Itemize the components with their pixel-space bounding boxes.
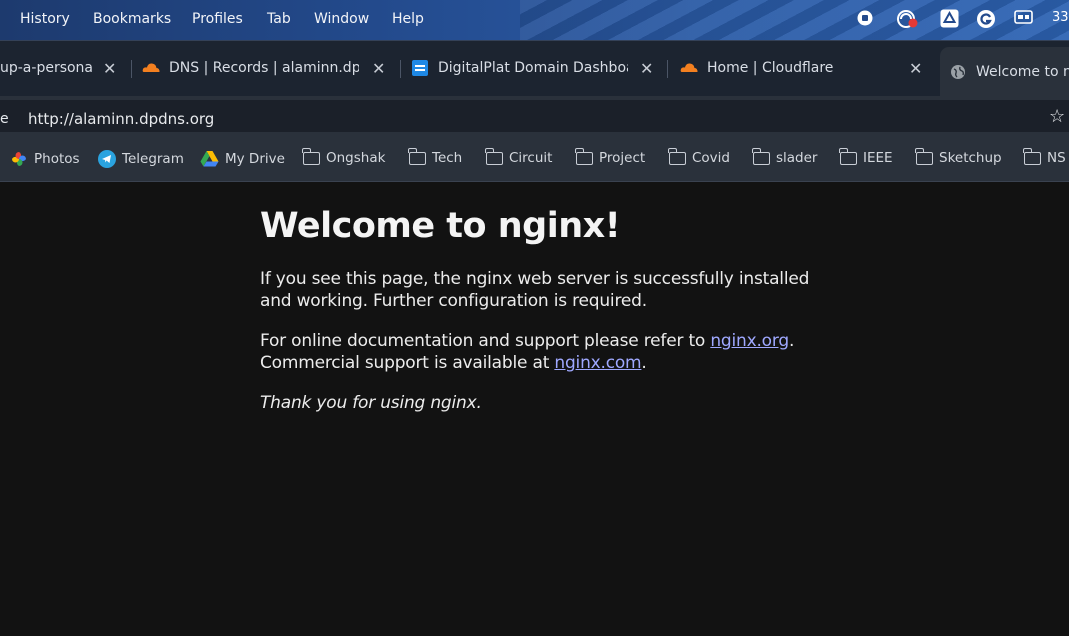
thanks-text: Thank you for using nginx.	[260, 393, 482, 413]
bookmark-label: Covid	[692, 150, 730, 166]
menu-tab[interactable]: Tab	[267, 10, 291, 28]
google-photos-icon	[10, 150, 28, 168]
bookmark-label: NS	[1047, 150, 1066, 166]
folder-icon	[752, 147, 770, 165]
bookmark-label: Ongshak	[326, 150, 386, 166]
tab-title: DNS | Records | alaminn.dpdn	[169, 60, 359, 76]
bookmark-label: Project	[599, 150, 646, 166]
menu-window[interactable]: Window	[314, 10, 369, 28]
folder-icon	[839, 147, 857, 165]
grammarly-icon[interactable]	[976, 9, 996, 29]
menu-history[interactable]: History	[20, 10, 70, 28]
tab-title: up-a-persona	[0, 60, 92, 76]
bookmark-label: slader	[776, 150, 818, 166]
tab-welcome-nginx[interactable]: Welcome to ng	[940, 47, 1069, 97]
bookmark-label: IEEE	[863, 150, 893, 166]
menu-help[interactable]: Help	[392, 10, 424, 28]
tab-digitalplat-dashboard[interactable]: DigitalPlat Domain Dashboard ✕	[412, 51, 657, 85]
bookmark-folder-slader[interactable]: slader	[752, 147, 818, 166]
bookmark-folder-ieee[interactable]: IEEE	[839, 147, 893, 166]
bookmark-label: My Drive	[225, 150, 285, 167]
close-icon[interactable]: ✕	[909, 59, 922, 78]
record-icon[interactable]	[856, 9, 876, 29]
folder-icon	[485, 147, 503, 165]
bookmark-folder-ongshak[interactable]: Ongshak	[302, 147, 386, 166]
digitalplat-icon	[412, 60, 428, 76]
nginx-com-link[interactable]: nginx.com	[554, 353, 641, 373]
drive-icon[interactable]	[940, 9, 960, 29]
close-icon[interactable]: ✕	[103, 59, 116, 78]
bookmark-folder-project[interactable]: Project	[575, 147, 646, 166]
bookmarks-bar: Photos Telegram My Drive Ongshak Tech Ci…	[0, 136, 1069, 182]
browser-tab-strip: up-a-persona ✕ DNS | Records | alaminn.d…	[0, 40, 1069, 97]
commercial-text: Commercial support is available at	[260, 353, 555, 373]
google-drive-icon	[200, 150, 219, 167]
bookmark-my-drive[interactable]: My Drive	[200, 150, 285, 167]
bookmark-label: Circuit	[509, 150, 553, 166]
support-text: For online documentation and support ple…	[260, 331, 711, 351]
tab-home-cloudflare[interactable]: Home | Cloudflare ✕	[680, 51, 930, 85]
cloudflare-icon	[680, 60, 698, 76]
bookmark-folder-ns[interactable]: NS	[1023, 147, 1066, 166]
browser-toolbar: e http://alaminn.dpdns.org	[0, 96, 1069, 136]
tab-separator	[667, 60, 668, 78]
nginx-org-link[interactable]: nginx.org	[710, 331, 789, 351]
close-icon[interactable]: ✕	[640, 59, 653, 78]
site-info-fragment[interactable]: e	[0, 111, 9, 127]
bookmark-folder-covid[interactable]: Covid	[668, 147, 730, 166]
bookmark-folder-tech[interactable]: Tech	[408, 147, 463, 166]
folder-icon	[915, 147, 933, 165]
bookmark-star-icon[interactable]: ☆	[1049, 106, 1065, 127]
telegram-icon	[98, 150, 116, 168]
bookmark-photos[interactable]: Photos	[10, 150, 80, 168]
page-heading: Welcome to nginx!	[260, 206, 621, 246]
url-text[interactable]: http://alaminn.dpdns.org	[28, 110, 214, 128]
bookmark-telegram[interactable]: Telegram	[98, 150, 184, 168]
support-message: For online documentation and support ple…	[260, 330, 840, 374]
tab-separator	[131, 60, 132, 78]
tray-battery-text: 33	[1052, 10, 1069, 25]
bookmark-folder-sketchup[interactable]: Sketchup	[915, 147, 1002, 166]
menu-bookmarks[interactable]: Bookmarks	[93, 10, 171, 28]
bookmark-label: Sketchup	[939, 150, 1002, 166]
bookmark-folder-circuit[interactable]: Circuit	[485, 147, 553, 166]
menu-profiles[interactable]: Profiles	[192, 10, 243, 28]
folder-icon	[575, 147, 593, 165]
vpn-status-icon[interactable]	[896, 9, 918, 29]
folder-icon	[302, 147, 320, 165]
macos-menu-bar: History Bookmarks Profiles Tab Window He…	[0, 0, 1069, 40]
tab-title: DigitalPlat Domain Dashboard	[438, 60, 628, 76]
install-message: If you see this page, the nginx web serv…	[260, 269, 810, 311]
cloudflare-icon	[142, 60, 160, 76]
address-bar[interactable]: e http://alaminn.dpdns.org	[0, 100, 1069, 132]
keyboard-input-icon[interactable]	[1014, 9, 1034, 29]
tab-separator	[400, 60, 401, 78]
support-punct: .	[788, 331, 795, 351]
tab-title: Welcome to ng	[976, 64, 1069, 80]
tab-dns-records[interactable]: DNS | Records | alaminn.dpdn ✕	[142, 51, 392, 85]
nginx-welcome-content: Welcome to nginx! If you see this page, …	[260, 206, 840, 432]
web-page: Welcome to nginx! If you see this page, …	[0, 182, 1069, 636]
folder-icon	[668, 147, 686, 165]
bookmark-label: Telegram	[122, 151, 184, 167]
folder-icon	[1023, 147, 1041, 165]
tab-setup-personal[interactable]: up-a-persona ✕	[0, 51, 125, 85]
thanks-message: Thank you for using nginx.	[260, 392, 840, 414]
commercial-punct: .	[641, 353, 647, 373]
globe-icon	[950, 64, 966, 80]
bookmark-label: Photos	[34, 151, 80, 167]
close-icon[interactable]: ✕	[372, 59, 385, 78]
tab-title: Home | Cloudflare	[707, 60, 834, 76]
folder-icon	[408, 147, 426, 165]
bookmark-label: Tech	[432, 150, 463, 166]
